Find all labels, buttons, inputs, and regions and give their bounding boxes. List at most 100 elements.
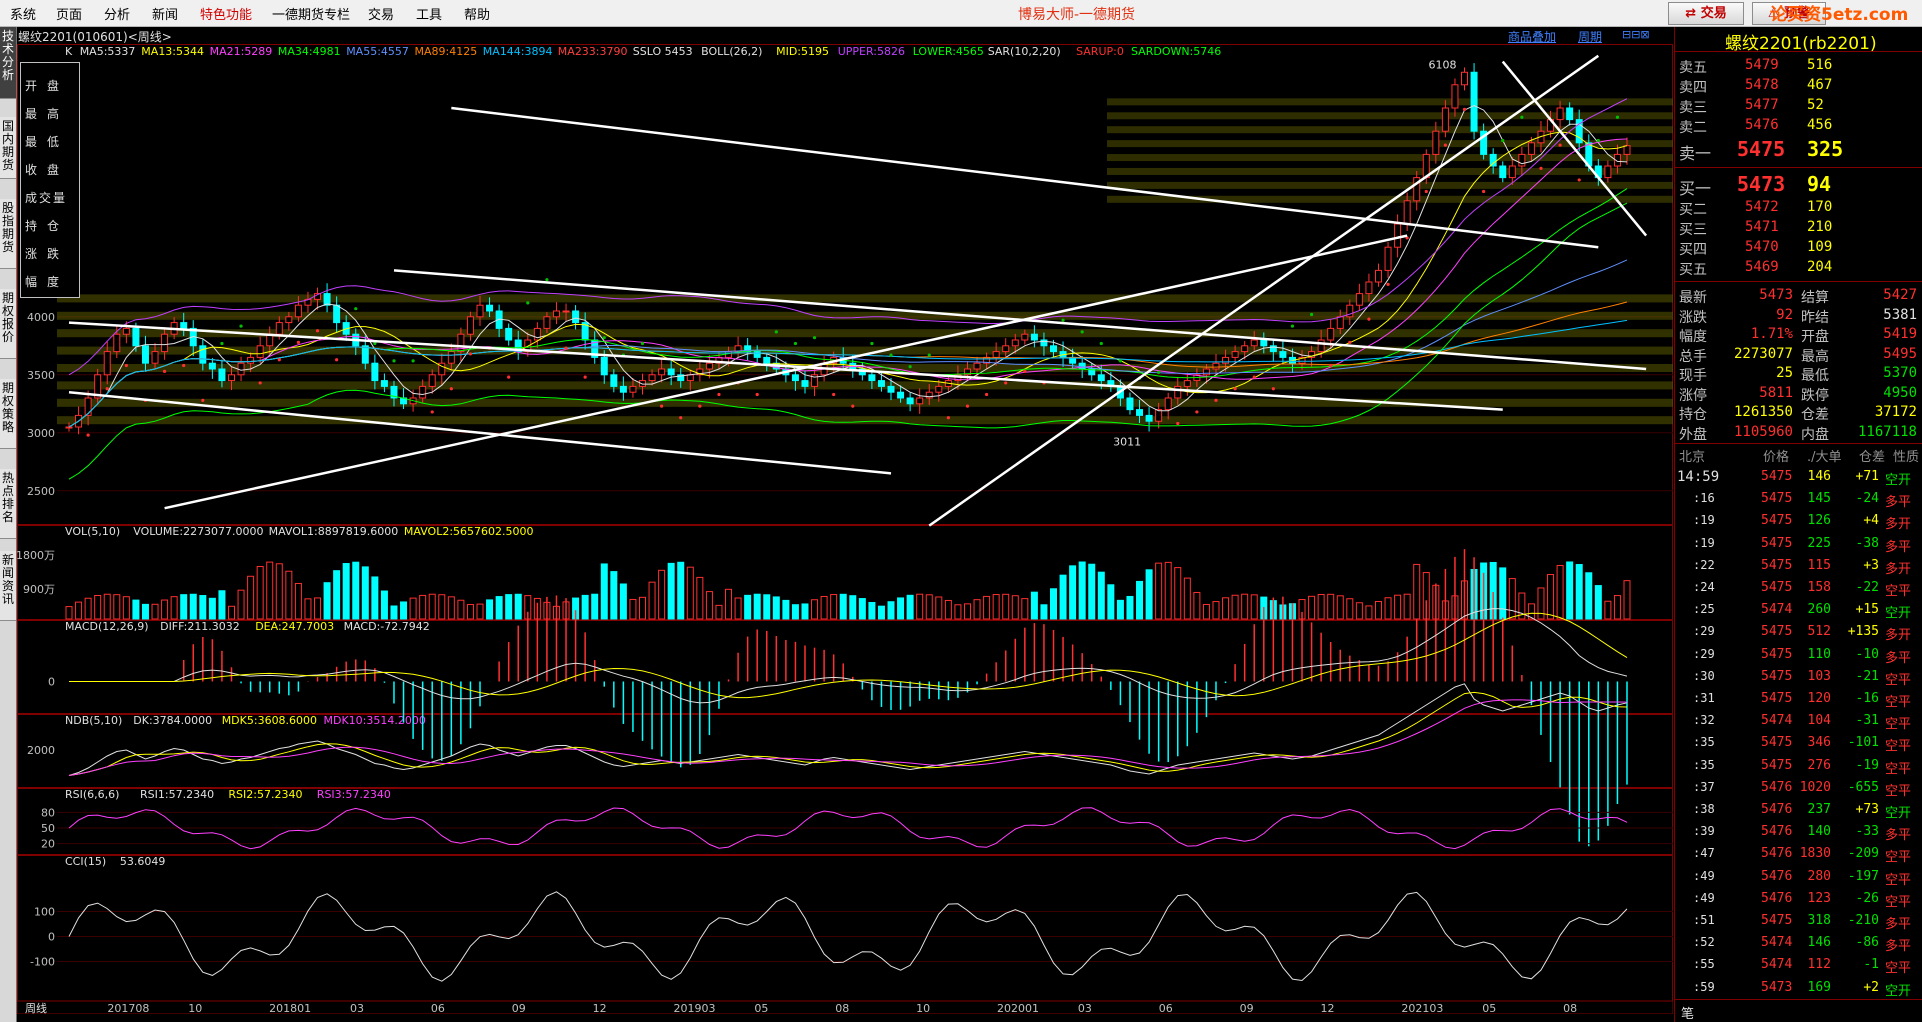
candle-body xyxy=(705,362,713,370)
menu-system[interactable]: 系统 xyxy=(10,4,36,23)
tick-row[interactable]: :30 5475 103 -21 空平 xyxy=(1675,667,1922,689)
tab-index-futures[interactable]: 股指期货 xyxy=(0,199,16,269)
candle-body xyxy=(1604,165,1612,179)
menu-tools[interactable]: 工具 xyxy=(416,4,442,23)
tick-row[interactable]: :38 5476 237 +73 空开 xyxy=(1675,800,1922,822)
volume-bar xyxy=(1355,602,1363,620)
tick-row[interactable]: :59 5473 169 +2 空开 xyxy=(1675,978,1922,1000)
panel-frame xyxy=(17,855,1673,1002)
sar-dot xyxy=(698,404,702,408)
volume-bar xyxy=(1107,584,1115,620)
sar-dot xyxy=(1615,115,1620,119)
tick-row[interactable]: :49 5476 123 -26 空平 xyxy=(1675,889,1922,911)
tick-row[interactable]: :29 5475 512 +135 多开 xyxy=(1675,622,1922,644)
tick-row[interactable]: :22 5475 115 +3 多开 xyxy=(1675,556,1922,578)
tick-row[interactable]: :35 5475 346 -101 空平 xyxy=(1675,733,1922,755)
volume-bar xyxy=(1346,598,1354,620)
sar-dot xyxy=(1386,282,1390,286)
volume-bar xyxy=(400,601,408,620)
period-link[interactable]: 周期 xyxy=(1578,28,1602,45)
volume-bar xyxy=(1623,580,1631,620)
ask-price: 5478 xyxy=(1745,77,1779,93)
ohlc-legend-box: 开盘 最高 最低 收盘 成交量 持仓 涨跌 幅度 xyxy=(20,62,80,298)
volume-bar xyxy=(1594,585,1602,620)
candle-body xyxy=(361,345,369,364)
tick-row[interactable]: :16 5475 145 -24 多平 xyxy=(1675,489,1922,511)
nav-arrows-icon[interactable]: ⊟⊟⊠ xyxy=(1622,28,1650,41)
bid-label: 买四 xyxy=(1679,242,1707,258)
menu-features[interactable]: 特色功能 xyxy=(200,4,252,23)
sar-dot xyxy=(946,416,950,420)
tab-hot-ranking[interactable]: 热点排名 xyxy=(0,469,16,539)
candle-body xyxy=(887,385,895,393)
ask-row[interactable]: 卖五 5479 516 xyxy=(1675,57,1922,77)
tick-row[interactable]: :19 5475 126 +4 多开 xyxy=(1675,511,1922,533)
tick-footer-label[interactable]: 笔 xyxy=(1681,1003,1694,1022)
stat-row: 涨停 5811 跌停 4950 xyxy=(1675,385,1922,405)
tick-row[interactable]: :29 5475 110 -10 多平 xyxy=(1675,645,1922,667)
tick-time: :49 xyxy=(1693,868,1715,883)
tick-nature: 空平 xyxy=(1885,761,1912,777)
price-tick-label: 3500 xyxy=(27,369,55,382)
tick-volume: 318 xyxy=(1807,913,1831,928)
tick-nature: 多开 xyxy=(1885,628,1912,644)
tick-row[interactable]: :19 5475 225 -38 多平 xyxy=(1675,534,1922,556)
tab-options-strategy[interactable]: 期权策略 xyxy=(0,379,16,449)
bid-row[interactable]: 买四 5470 109 xyxy=(1675,239,1922,259)
tab-news[interactable]: 新闻资讯 xyxy=(0,551,16,621)
tick-time: :29 xyxy=(1693,624,1715,639)
volume-bar xyxy=(581,594,589,620)
bid-row[interactable]: 买一 5473 94 xyxy=(1675,172,1922,198)
tick-oi-change: +135 xyxy=(1847,624,1879,640)
tick-row[interactable]: :39 5476 140 -33 多平 xyxy=(1675,822,1922,844)
candle-body xyxy=(1461,71,1469,86)
sar-dot xyxy=(239,324,243,328)
tick-row[interactable]: :24 5475 158 -22 空平 xyxy=(1675,578,1922,600)
volume-bar xyxy=(715,604,723,620)
menu-trade[interactable]: 交易 xyxy=(368,4,394,23)
tick-row[interactable]: :49 5476 280 -197 空平 xyxy=(1675,867,1922,889)
tick-row[interactable]: :31 5475 120 -16 空平 xyxy=(1675,689,1922,711)
tab-domestic-futures[interactable]: 国内期货 xyxy=(0,117,16,179)
tick-row[interactable]: :25 5474 260 +15 空开 xyxy=(1675,600,1922,622)
bid-row[interactable]: 买五 5469 204 xyxy=(1675,259,1922,279)
menu-yide-column[interactable]: 一德期货专栏 xyxy=(272,4,350,23)
chart-plot[interactable]: K MA5:5337 MA13:5344 MA21:5289 MA34:4981 MA55… xyxy=(17,44,1673,1014)
tick-price: 5476 xyxy=(1761,802,1793,817)
tick-time: :24 xyxy=(1693,580,1715,594)
tick-row[interactable]: 14:59 5475 146 +71 空开 xyxy=(1675,467,1922,489)
tick-volume: 512 xyxy=(1807,624,1831,640)
tick-row[interactable]: :52 5474 146 -86 多平 xyxy=(1675,933,1922,955)
menu-news[interactable]: 新闻 xyxy=(152,4,178,23)
volume-bar xyxy=(476,603,484,620)
tab-technical-analysis[interactable]: 技术分析 xyxy=(0,27,16,99)
menu-page[interactable]: 页面 xyxy=(56,4,82,23)
tick-row[interactable]: :47 5476 1830 -209 空平 xyxy=(1675,844,1922,866)
candle-body xyxy=(285,316,293,324)
tick-row[interactable]: :32 5474 104 -31 空平 xyxy=(1675,711,1922,733)
menu-analysis[interactable]: 分析 xyxy=(104,4,130,23)
ask-row[interactable]: 卖三 5477 52 xyxy=(1675,97,1922,117)
tick-row[interactable]: :37 5476 1020 -655 空平 xyxy=(1675,778,1922,800)
sar-dot xyxy=(335,358,339,362)
volume-bar xyxy=(94,594,102,620)
menu-help[interactable]: 帮助 xyxy=(464,4,490,23)
volume-bar xyxy=(686,566,694,620)
bid-price: 5472 xyxy=(1745,199,1779,215)
k-indicator-item: MA89:4125 xyxy=(415,45,478,58)
candle-body xyxy=(428,374,436,387)
tick-row[interactable]: :55 5474 112 -1 空平 xyxy=(1675,955,1922,977)
sar-dot xyxy=(1367,317,1371,321)
bid-row[interactable]: 买三 5471 210 xyxy=(1675,219,1922,239)
ask-volume: 467 xyxy=(1807,77,1833,93)
overlay-link[interactable]: 商品叠加 xyxy=(1508,28,1556,45)
ask-row[interactable]: 卖四 5478 467 xyxy=(1675,77,1922,97)
tick-row[interactable]: :35 5475 276 -19 空平 xyxy=(1675,756,1922,778)
ask-row[interactable]: 卖二 5476 456 xyxy=(1675,117,1922,137)
ask-row[interactable]: 卖一 5475 325 xyxy=(1675,137,1922,163)
tick-row[interactable]: :51 5475 318 -210 多平 xyxy=(1675,911,1922,933)
bid-row[interactable]: 买二 5472 170 xyxy=(1675,199,1922,219)
tab-options-quote[interactable]: 期权报价 xyxy=(0,289,16,359)
tick-price: 5475 xyxy=(1761,691,1793,706)
trade-button[interactable]: ⇄ 交易 xyxy=(1668,2,1744,25)
